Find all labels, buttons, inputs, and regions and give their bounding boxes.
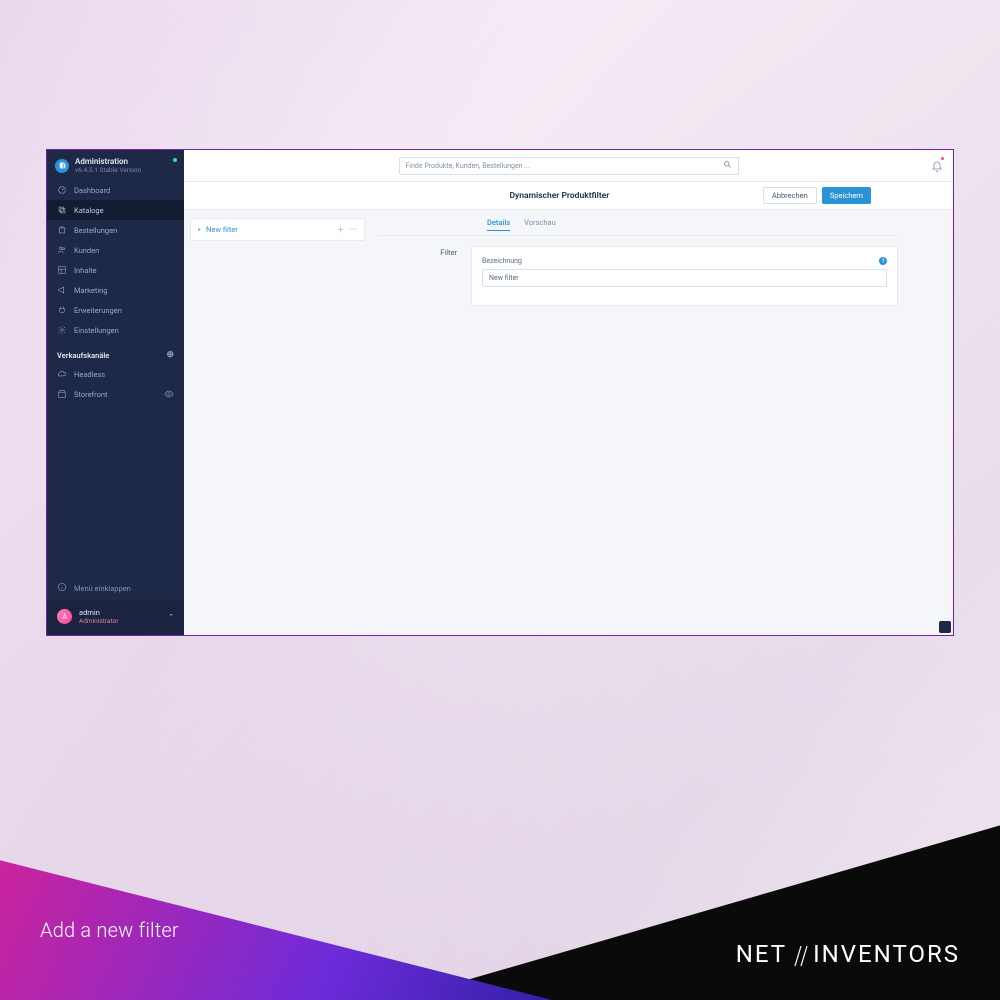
brand-part1: NET [736, 940, 787, 968]
content-body: ▸ New filter ＋ ⋯ Details Vorschau Filter [184, 210, 953, 635]
channel-label: Storefront [74, 390, 108, 399]
nav-marketing[interactable]: Marketing [47, 280, 184, 300]
channel-headless[interactable]: Headless [47, 364, 184, 384]
notification-dot [941, 157, 944, 160]
channel-label: Headless [74, 370, 105, 379]
tab-preview[interactable]: Vorschau [524, 218, 556, 231]
filter-list: ▸ New filter ＋ ⋯ [190, 218, 365, 241]
nav-catalogs[interactable]: Kataloge [47, 200, 184, 220]
top-bar: Finde Produkte, Kunden, Bestellungen ... [184, 150, 953, 182]
channels-label: Verkaufskanäle [57, 351, 109, 360]
brand-slashes-icon [789, 940, 811, 968]
gauge-icon [57, 185, 67, 195]
detail-column: Details Vorschau Filter Bezeichnung ? Ne… [371, 210, 953, 635]
add-filter-button[interactable]: ＋ [337, 224, 345, 235]
name-input-value: New filter [489, 274, 519, 282]
megaphone-icon [57, 285, 67, 295]
promo-caption: Add a new filter [40, 918, 179, 942]
users-icon [57, 245, 67, 255]
brand-logo-icon [55, 159, 69, 173]
nav-label: Dashboard [74, 186, 110, 195]
info-badge-icon[interactable]: ? [879, 257, 887, 265]
nav-content[interactable]: Inhalte [47, 260, 184, 280]
store-icon [57, 389, 67, 399]
layout-icon [57, 265, 67, 275]
filter-list-column: ▸ New filter ＋ ⋯ [184, 210, 371, 635]
name-input[interactable]: New filter [482, 269, 887, 287]
search-icon [723, 160, 732, 171]
user-menu[interactable]: A admin Administrator ⌃ [47, 600, 184, 635]
main-area: Finde Produkte, Kunden, Bestellungen ...… [184, 150, 953, 635]
plug-icon [57, 305, 67, 315]
tab-details[interactable]: Details [487, 218, 510, 231]
form-card: Bezeichnung ? New filter [471, 246, 898, 306]
nav-label: Bestellungen [74, 226, 117, 235]
save-button[interactable]: Speichern [822, 187, 871, 204]
app-version: v6.4.5.1 Stable Version [75, 166, 141, 174]
field-label: Bezeichnung [482, 257, 522, 265]
copy-icon [57, 205, 67, 215]
brand-wordmark: NET INVENTORS [736, 940, 960, 968]
eye-icon[interactable] [164, 389, 174, 399]
promo-banner: Add a new filter NET INVENTORS [0, 740, 1000, 1000]
brand-part2: INVENTORS [813, 940, 960, 968]
nav-label: Kataloge [74, 206, 104, 215]
cancel-button[interactable]: Abbrechen [763, 187, 817, 204]
nav-label: Erweiterungen [74, 306, 122, 315]
nav-label: Inhalte [74, 266, 97, 275]
form-row: Filter Bezeichnung ? New filter [377, 246, 898, 306]
user-role: Administrator [79, 617, 118, 625]
filter-list-item[interactable]: ▸ New filter ＋ ⋯ [191, 219, 364, 240]
search-placeholder: Finde Produkte, Kunden, Bestellungen ... [406, 162, 530, 170]
app-title: Administration [75, 157, 141, 166]
collapse-menu[interactable]: Menü einklappen [47, 576, 184, 600]
collapse-label: Menü einklappen [74, 584, 131, 593]
page-title: Dynamischer Produktfilter [356, 191, 763, 201]
gear-icon [57, 325, 67, 335]
channel-storefront[interactable]: Storefront [47, 384, 184, 404]
nav-label: Marketing [74, 286, 108, 295]
search-input[interactable]: Finde Produkte, Kunden, Bestellungen ... [399, 157, 739, 175]
page-header: Dynamischer Produktfilter Abbrechen Spei… [184, 182, 953, 210]
cloud-icon [57, 369, 67, 379]
nav-extensions[interactable]: Erweiterungen [47, 300, 184, 320]
nav-settings[interactable]: Einstellungen [47, 320, 184, 340]
bag-icon [57, 225, 67, 235]
sidebar-header: Administration v6.4.5.1 Stable Version [47, 150, 184, 180]
section-label: Filter [377, 246, 457, 306]
nav-dashboard[interactable]: Dashboard [47, 180, 184, 200]
chevron-up-icon: ⌃ [168, 613, 174, 621]
filter-item-label: New filter [206, 225, 238, 234]
nav-label: Einstellungen [74, 326, 119, 335]
nav-orders[interactable]: Bestellungen [47, 220, 184, 240]
avatar: A [57, 609, 72, 624]
more-actions-button[interactable]: ⋯ [350, 224, 358, 235]
nav-label: Kunden [74, 246, 99, 255]
status-dot [173, 158, 177, 162]
tabs: Details Vorschau [377, 218, 898, 236]
chevron-right-icon: ▸ [198, 226, 201, 233]
app-window: Administration v6.4.5.1 Stable Version D… [46, 149, 954, 636]
add-channel-button[interactable]: ⊕ [166, 350, 174, 360]
notifications-button[interactable] [931, 158, 943, 177]
sidebar: Administration v6.4.5.1 Stable Version D… [47, 150, 184, 635]
channels-header: Verkaufskanäle ⊕ [47, 340, 184, 364]
corner-badge-icon [939, 621, 951, 633]
user-name: admin [79, 608, 118, 617]
nav-customers[interactable]: Kunden [47, 240, 184, 260]
info-icon [57, 582, 67, 594]
